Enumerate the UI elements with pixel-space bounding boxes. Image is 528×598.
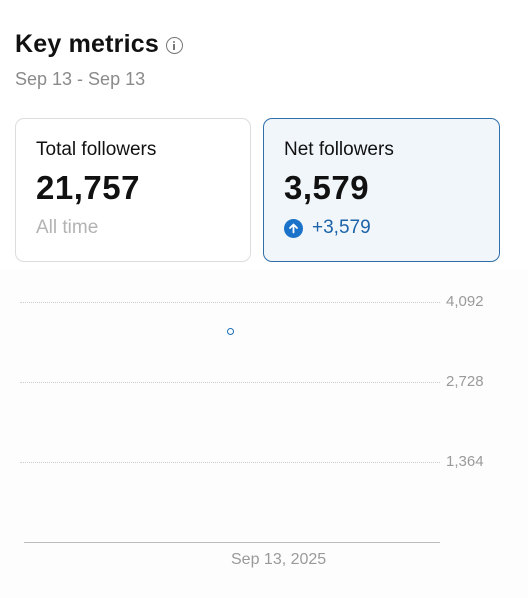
net-followers-value: 3,579 bbox=[284, 169, 370, 206]
x-tick-label: Sep 13, 2025 bbox=[231, 551, 327, 568]
net-followers-delta: +3,579 bbox=[312, 217, 371, 238]
y-tick-label: 2,728 bbox=[446, 373, 484, 390]
title-row: Key metrics bbox=[15, 30, 183, 59]
page-title: Key metrics bbox=[15, 30, 159, 58]
total-followers-period: All time bbox=[36, 217, 99, 238]
total-followers-card[interactable]: Total followers 21,757 All time bbox=[15, 118, 251, 262]
y-tick-label: 1,364 bbox=[446, 453, 484, 470]
date-range: Sep 13 - Sep 13 bbox=[15, 69, 146, 89]
x-axis-line bbox=[24, 542, 440, 543]
y-tick-label: 4,092 bbox=[446, 293, 484, 310]
gridline bbox=[20, 382, 440, 383]
key-metrics-header: Key metrics Sep 13 - Sep 13 bbox=[15, 30, 183, 90]
total-followers-label: Total followers bbox=[36, 139, 157, 160]
arrow-up-icon bbox=[284, 218, 303, 238]
gridline bbox=[20, 462, 440, 463]
net-followers-card[interactable]: Net followers 3,579 +3,579 bbox=[263, 118, 500, 262]
data-point[interactable] bbox=[227, 328, 234, 336]
info-icon[interactable] bbox=[165, 37, 183, 54]
total-followers-value: 21,757 bbox=[36, 169, 140, 206]
gridline bbox=[20, 302, 440, 303]
net-followers-delta-row: +3,579 bbox=[284, 217, 479, 239]
followers-chart: 4,092 2,728 1,364 Sep 13, 2025 bbox=[0, 270, 528, 598]
net-followers-label: Net followers bbox=[284, 139, 394, 160]
